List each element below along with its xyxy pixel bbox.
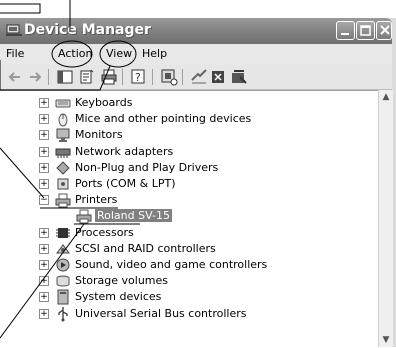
help-icon[interactable]: ?	[130, 68, 148, 86]
network-adapter-icon	[55, 148, 71, 158]
expand-toggle-icon[interactable]: +	[39, 292, 49, 303]
usb-icon	[58, 306, 68, 322]
tree-item-label: Network adapters	[75, 144, 174, 158]
port-icon	[57, 178, 69, 190]
processor-icon	[56, 227, 70, 238]
tree-item-label: Printers	[75, 193, 118, 207]
mouse-icon	[58, 113, 68, 127]
svg-text:?: ?	[135, 71, 141, 84]
tree-item-label: Processors	[75, 225, 134, 239]
toolbar: ?	[0, 65, 392, 90]
menu-file[interactable]: File	[6, 47, 24, 60]
disable-device-icon[interactable]	[230, 68, 248, 86]
tree-child-item[interactable]: Roland SV-15	[0, 208, 378, 224]
keyboard-icon	[55, 99, 71, 108]
tree-item-label: Non-Plug and Play Drivers	[75, 160, 219, 174]
tree-category-item[interactable]: + Keyboards	[0, 95, 378, 111]
expand-toggle-icon[interactable]: +	[39, 260, 49, 270]
expand-toggle-icon[interactable]: +	[39, 130, 49, 141]
tree-item-label: Universal Serial Bus controllers	[75, 306, 247, 320]
tree-item-label: System devices	[75, 290, 162, 304]
tree-category-item[interactable]: + Mice and other pointing devices	[0, 111, 378, 127]
tree-item-label: SCSI and RAID controllers	[75, 241, 216, 255]
menu-bar: File Action View Help	[0, 44, 392, 65]
system-icon	[57, 289, 69, 305]
toolbar-separator	[152, 69, 153, 85]
title-bar[interactable]: Device Manager	[0, 18, 392, 44]
collapse-toggle-icon[interactable]: −	[39, 195, 49, 206]
tree-item-label: Mice and other pointing devices	[75, 112, 252, 126]
toolbar-separator	[182, 69, 183, 85]
tree-item-label: Monitors	[75, 128, 123, 142]
tree-category-item[interactable]: + SCSI and RAID controllers	[0, 241, 378, 257]
tree-category-item[interactable]: + Sound, video and game controllers	[0, 257, 378, 273]
tree-category-item[interactable]: + Storage volumes	[0, 273, 378, 289]
window-title: Device Manager	[24, 22, 151, 38]
tree-item-label: Storage volumes	[75, 274, 169, 288]
device-tree: + Keyboards + Mice and other pointing devic…	[0, 90, 378, 348]
back-arrow-icon[interactable]	[6, 68, 24, 86]
properties-icon[interactable]	[78, 68, 96, 86]
update-driver-icon[interactable]	[190, 68, 208, 86]
scroll-down-icon[interactable]: ▼	[379, 333, 393, 347]
expand-toggle-icon[interactable]: +	[39, 227, 49, 238]
tree-category-item[interactable]: − Printers	[0, 192, 378, 208]
driver-icon	[56, 161, 70, 175]
expand-toggle-icon[interactable]: +	[39, 308, 49, 319]
print-icon[interactable]	[100, 68, 118, 86]
menu-help[interactable]: Help	[142, 47, 167, 60]
tree-category-item[interactable]: + Universal Serial Bus controllers	[0, 306, 378, 322]
scsi-icon	[56, 243, 70, 254]
tree-category-item[interactable]: + Network adapters	[0, 144, 378, 160]
expand-toggle-icon[interactable]: +	[39, 276, 49, 287]
expand-toggle-icon[interactable]: +	[39, 146, 49, 157]
toolbar-separator	[122, 69, 123, 85]
tree-category-item[interactable]: + Non-Plug and Play Drivers	[0, 160, 378, 176]
tree-category-item[interactable]: + Processors	[0, 225, 378, 241]
expand-toggle-icon[interactable]: +	[39, 98, 49, 108]
storage-icon	[56, 275, 70, 287]
tree-item-label: Keyboards	[75, 96, 133, 109]
menu-view[interactable]: View	[106, 47, 132, 60]
expand-toggle-icon[interactable]: +	[39, 243, 49, 254]
device-manager-icon	[6, 24, 22, 36]
forward-arrow-icon[interactable]	[26, 68, 44, 86]
device-manager-window: Device Manager File Action View Help ? +…	[0, 18, 396, 348]
printer-icon	[76, 209, 92, 224]
show-hide-tree-icon[interactable]	[56, 68, 74, 86]
expand-toggle-icon[interactable]: +	[39, 114, 49, 125]
scan-hardware-icon[interactable]	[160, 68, 178, 86]
tree-item-label: Sound, video and game controllers	[75, 258, 268, 271]
tree-item-label: Ports (COM & LPT)	[75, 177, 176, 190]
menu-action[interactable]: Action	[58, 47, 92, 60]
expand-toggle-icon[interactable]: +	[39, 162, 49, 173]
vertical-scrollbar[interactable]: ▲ ▼	[378, 90, 393, 347]
sound-icon	[56, 258, 70, 272]
minimize-button[interactable]	[336, 21, 355, 40]
tree-category-item[interactable]: + System devices	[0, 289, 378, 305]
expand-toggle-icon[interactable]: +	[39, 179, 49, 189]
close-button[interactable]	[376, 21, 392, 40]
tree-category-item[interactable]: + Ports (COM & LPT)	[0, 176, 378, 192]
printer-icon	[55, 193, 71, 208]
toolbar-separator	[48, 69, 49, 85]
tree-category-item[interactable]: + Monitors	[0, 127, 378, 143]
maximize-button[interactable]	[356, 21, 375, 40]
uninstall-device-icon[interactable]	[210, 68, 228, 86]
tree-item-label: Roland SV-15	[95, 209, 172, 223]
scroll-up-icon[interactable]: ▲	[379, 90, 393, 104]
monitor-icon	[56, 128, 70, 143]
